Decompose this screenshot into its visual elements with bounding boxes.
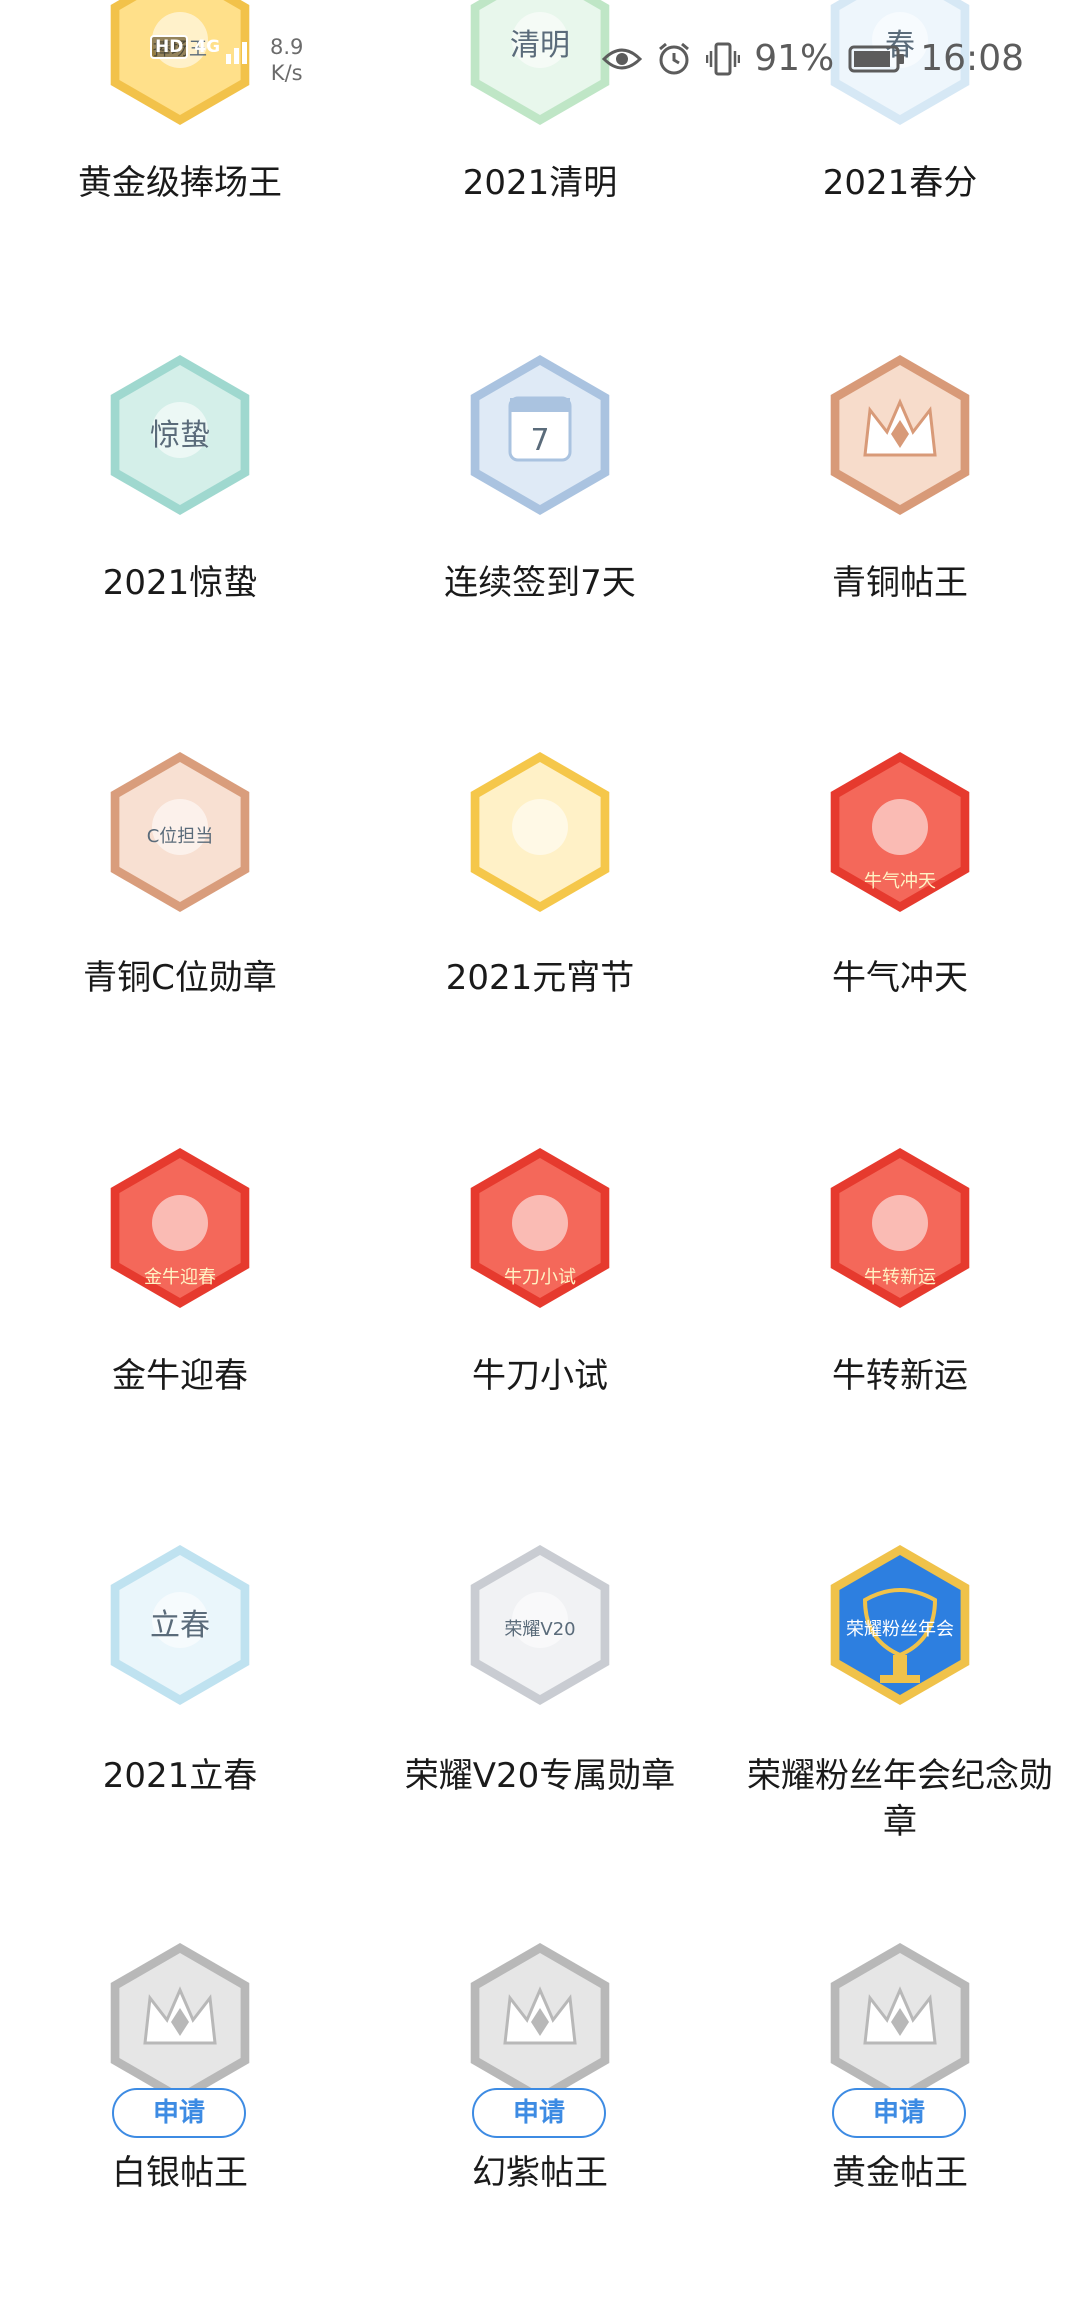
bronze-crown-medal-icon	[825, 350, 975, 520]
badge-art-text: 荣耀粉丝年会	[846, 1619, 954, 1640]
badge-name: 2021元宵节	[445, 958, 635, 998]
badge-art-text: 7	[530, 423, 549, 458]
badge-name: 2021春分	[822, 163, 978, 203]
speed-unit: K/s	[270, 61, 303, 85]
badge-name: 黄金帖王	[832, 2153, 968, 2193]
silver-crown-medal-icon	[105, 1938, 255, 2108]
badge-art-text: 牛刀小试	[504, 1267, 576, 1288]
badge-name: 幻紫帖王	[472, 2153, 608, 2193]
badge-art-text: 清明	[510, 28, 570, 63]
battery-percent: 91%	[754, 38, 835, 79]
ox-medal-1-icon: 牛气冲天	[825, 747, 975, 917]
calendar-7-medal-icon: 7	[465, 350, 615, 520]
badge-name: 黄金级捧场王	[78, 163, 282, 203]
badge-art-text: 惊蛰	[150, 418, 210, 453]
badge-name: 牛刀小试	[472, 1356, 608, 1396]
silver-crown-medal-icon	[465, 1938, 615, 2108]
vibrate-icon	[706, 41, 741, 77]
badge-name: 荣耀V20专属勋章	[404, 1756, 676, 1796]
badge-art-text: 捧场王	[153, 39, 207, 60]
badge-name: 连续签到7天	[444, 563, 636, 603]
chunfen-medal-icon: 春	[825, 0, 975, 130]
badge-name: 青铜帖王	[832, 563, 968, 603]
badge-art-text: 牛气冲天	[864, 871, 936, 892]
lantern-festival-medal-icon	[465, 747, 615, 917]
apply-button[interactable]: 申请	[472, 2088, 606, 2138]
badge-name: 白银帖王	[112, 2153, 248, 2193]
qingming-medal-icon: 清明	[465, 0, 615, 130]
lichun-medal-icon: 立春	[105, 1540, 255, 1710]
badge-name: 牛转新运	[832, 1356, 968, 1396]
honor-v20-medal-icon: 荣耀V20	[465, 1540, 615, 1710]
jingzhe-medal-icon: 惊蛰	[105, 350, 255, 520]
bronze-c-position-medal-icon: C位担当	[105, 747, 255, 917]
badge-name: 2021立春	[102, 1756, 258, 1796]
honor-fan-meeting-trophy-icon: 荣耀粉丝年会	[825, 1540, 975, 1710]
apply-button[interactable]: 申请	[832, 2088, 966, 2138]
network-speed: 8.9 K/s	[270, 34, 303, 86]
apply-button[interactable]: 申请	[112, 2088, 246, 2138]
badge-name: 青铜C位勋章	[83, 958, 277, 998]
silver-crown-medal-icon	[825, 1938, 975, 2108]
ox-medal-4-icon: 牛转新运	[825, 1143, 975, 1313]
badge-art-text: C位担当	[147, 826, 214, 847]
badge-art-text: 牛转新运	[864, 1267, 936, 1288]
badge-art-text: 立春	[150, 1608, 210, 1643]
ox-medal-3-icon: 牛刀小试	[465, 1143, 615, 1313]
badge-art-text: 春	[885, 28, 915, 63]
badge-name: 2021清明	[462, 163, 618, 203]
badge-name: 荣耀粉丝年会纪念勋章	[747, 1756, 1053, 1842]
badge-name: 金牛迎春	[112, 1356, 248, 1396]
badge-name: 牛气冲天	[832, 958, 968, 998]
gold-supporter-medal-icon: 捧场王	[105, 0, 255, 130]
alarm-icon	[656, 41, 692, 77]
badge-art-text: 金牛迎春	[144, 1267, 216, 1288]
speed-value: 8.9	[270, 35, 304, 59]
ox-medal-2-icon: 金牛迎春	[105, 1143, 255, 1313]
badge-name: 2021惊蛰	[102, 563, 258, 603]
badge-art-text: 荣耀V20	[504, 1619, 575, 1640]
